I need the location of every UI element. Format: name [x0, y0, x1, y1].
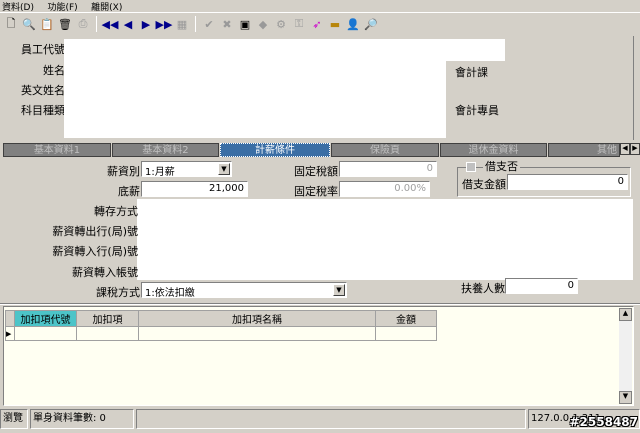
- cancel-icon[interactable]: ✖: [219, 16, 235, 32]
- key-icon[interactable]: ⚿: [291, 16, 307, 32]
- filter-icon[interactable]: ⚙: [273, 16, 289, 32]
- scroll-down-icon[interactable]: ▼: [619, 391, 632, 404]
- salary-type-label: 薪資別: [107, 165, 140, 178]
- loan-amount-input[interactable]: 0: [507, 174, 628, 190]
- chevron-down-icon[interactable]: ▼: [333, 284, 345, 296]
- name-label: 姓名: [43, 64, 65, 77]
- folder-icon[interactable]: ▬: [327, 16, 343, 32]
- title-value: 會計專員: [455, 104, 499, 117]
- col-item[interactable]: 加扣項: [76, 310, 139, 327]
- tab-basic1[interactable]: 基本資料1: [3, 143, 111, 157]
- status-count: 單身資料筆數: 0: [30, 409, 134, 429]
- tax-method-label: 課稅方式: [96, 286, 140, 299]
- prev-record-icon[interactable]: ◀: [120, 16, 136, 32]
- eng-name-label: 英文姓名: [21, 84, 65, 97]
- salary-type-select[interactable]: 1:月薪 ▼: [141, 161, 232, 178]
- redacted-area: [365, 39, 505, 61]
- dependents-input[interactable]: 0: [505, 278, 578, 294]
- tab-basic2[interactable]: 基本資料2: [112, 143, 219, 157]
- tax-method-select[interactable]: 1:依法扣繳 ▼: [141, 282, 347, 299]
- category-label: 科目種類: [21, 104, 65, 117]
- next-record-icon[interactable]: ▶: [138, 16, 154, 32]
- search-icon[interactable]: 🔎: [363, 16, 379, 32]
- status-mode: 瀏覽: [0, 409, 28, 429]
- base-salary-label: 底薪: [118, 185, 140, 198]
- tab-scroll-left[interactable]: ◀: [620, 143, 630, 155]
- loan-checkbox[interactable]: [466, 162, 476, 172]
- tab-salary-conditions[interactable]: 計薪條件: [220, 143, 330, 157]
- redacted-area: [137, 199, 633, 280]
- dept-value: 會計課: [455, 66, 488, 79]
- row-indicator-icon: ▶: [5, 326, 15, 341]
- watermark: #2558487: [569, 415, 638, 429]
- delete-icon[interactable]: 🗑: [57, 16, 73, 32]
- tab-scroll-right[interactable]: ▶: [630, 143, 640, 155]
- dependents-label: 扶養人數: [461, 282, 505, 295]
- in-bank-label: 薪資轉入行(局)號: [52, 245, 138, 258]
- last-record-icon[interactable]: ▶▶: [156, 16, 173, 32]
- tab-pension[interactable]: 退休金資料: [440, 143, 547, 157]
- copy-icon[interactable]: 📋: [39, 16, 55, 32]
- emp-id-label: 員工代號: [21, 43, 65, 56]
- scroll-up-icon[interactable]: ▲: [619, 308, 632, 321]
- new-icon[interactable]: 🗋: [3, 16, 19, 32]
- form-icon[interactable]: ▦: [174, 16, 190, 32]
- fixed-tax-label: 固定稅額: [294, 165, 338, 178]
- tab-insurance[interactable]: 保險頁: [331, 143, 439, 157]
- detail-grid[interactable]: 加扣項代號 加扣項 加扣項名稱 金額 ▶ ▲ ▼: [3, 306, 634, 406]
- fixed-rate-input[interactable]: 0.00%: [339, 181, 430, 197]
- chevron-down-icon[interactable]: ▼: [218, 163, 230, 175]
- col-item-name[interactable]: 加扣項名稱: [138, 310, 376, 327]
- in-account-label: 薪資轉入帳號: [72, 266, 138, 279]
- loan-amount-label: 借支金額: [462, 178, 506, 191]
- confirm-icon[interactable]: ✔: [201, 16, 217, 32]
- col-amount[interactable]: 金額: [375, 310, 437, 327]
- arrow-icon[interactable]: ➶: [309, 16, 325, 32]
- vertical-scrollbar[interactable]: ▲ ▼: [619, 308, 632, 404]
- tax-method-value: 1:依法扣繳: [145, 288, 195, 299]
- tool-icon[interactable]: ◆: [255, 16, 271, 32]
- col-item-code[interactable]: 加扣項代號: [14, 310, 77, 327]
- print-icon[interactable]: ⎙: [75, 16, 91, 32]
- out-bank-label: 薪資轉出行(局)號: [52, 225, 138, 238]
- base-salary-input[interactable]: 21,000: [141, 181, 248, 197]
- export-icon[interactable]: ▣: [237, 16, 253, 32]
- toolbar: 🗋 🔍 📋 🗑 ⎙ ◀◀ ◀ ▶ ▶▶ ▦ ✔ ✖ ▣ ◆ ⚙ ⚿ ➶ ▬ 👤 …: [3, 15, 379, 33]
- fixed-tax-input[interactable]: 0: [339, 161, 437, 177]
- salary-type-value: 1:月薪: [145, 167, 175, 178]
- menu-bar: 資料(D) 功能(F) 離開(X): [2, 0, 640, 13]
- fixed-rate-label: 固定稅率: [294, 185, 338, 198]
- user-report-icon[interactable]: 👤: [345, 16, 361, 32]
- transfer-label: 轉存方式: [94, 205, 138, 218]
- loan-label: 借支否: [483, 158, 520, 174]
- table-row[interactable]: ▶: [5, 326, 437, 341]
- tab-other[interactable]: 其他: [548, 143, 620, 157]
- preview-icon[interactable]: 🔍: [21, 16, 37, 32]
- first-record-icon[interactable]: ◀◀: [102, 16, 119, 32]
- status-empty: [136, 409, 526, 429]
